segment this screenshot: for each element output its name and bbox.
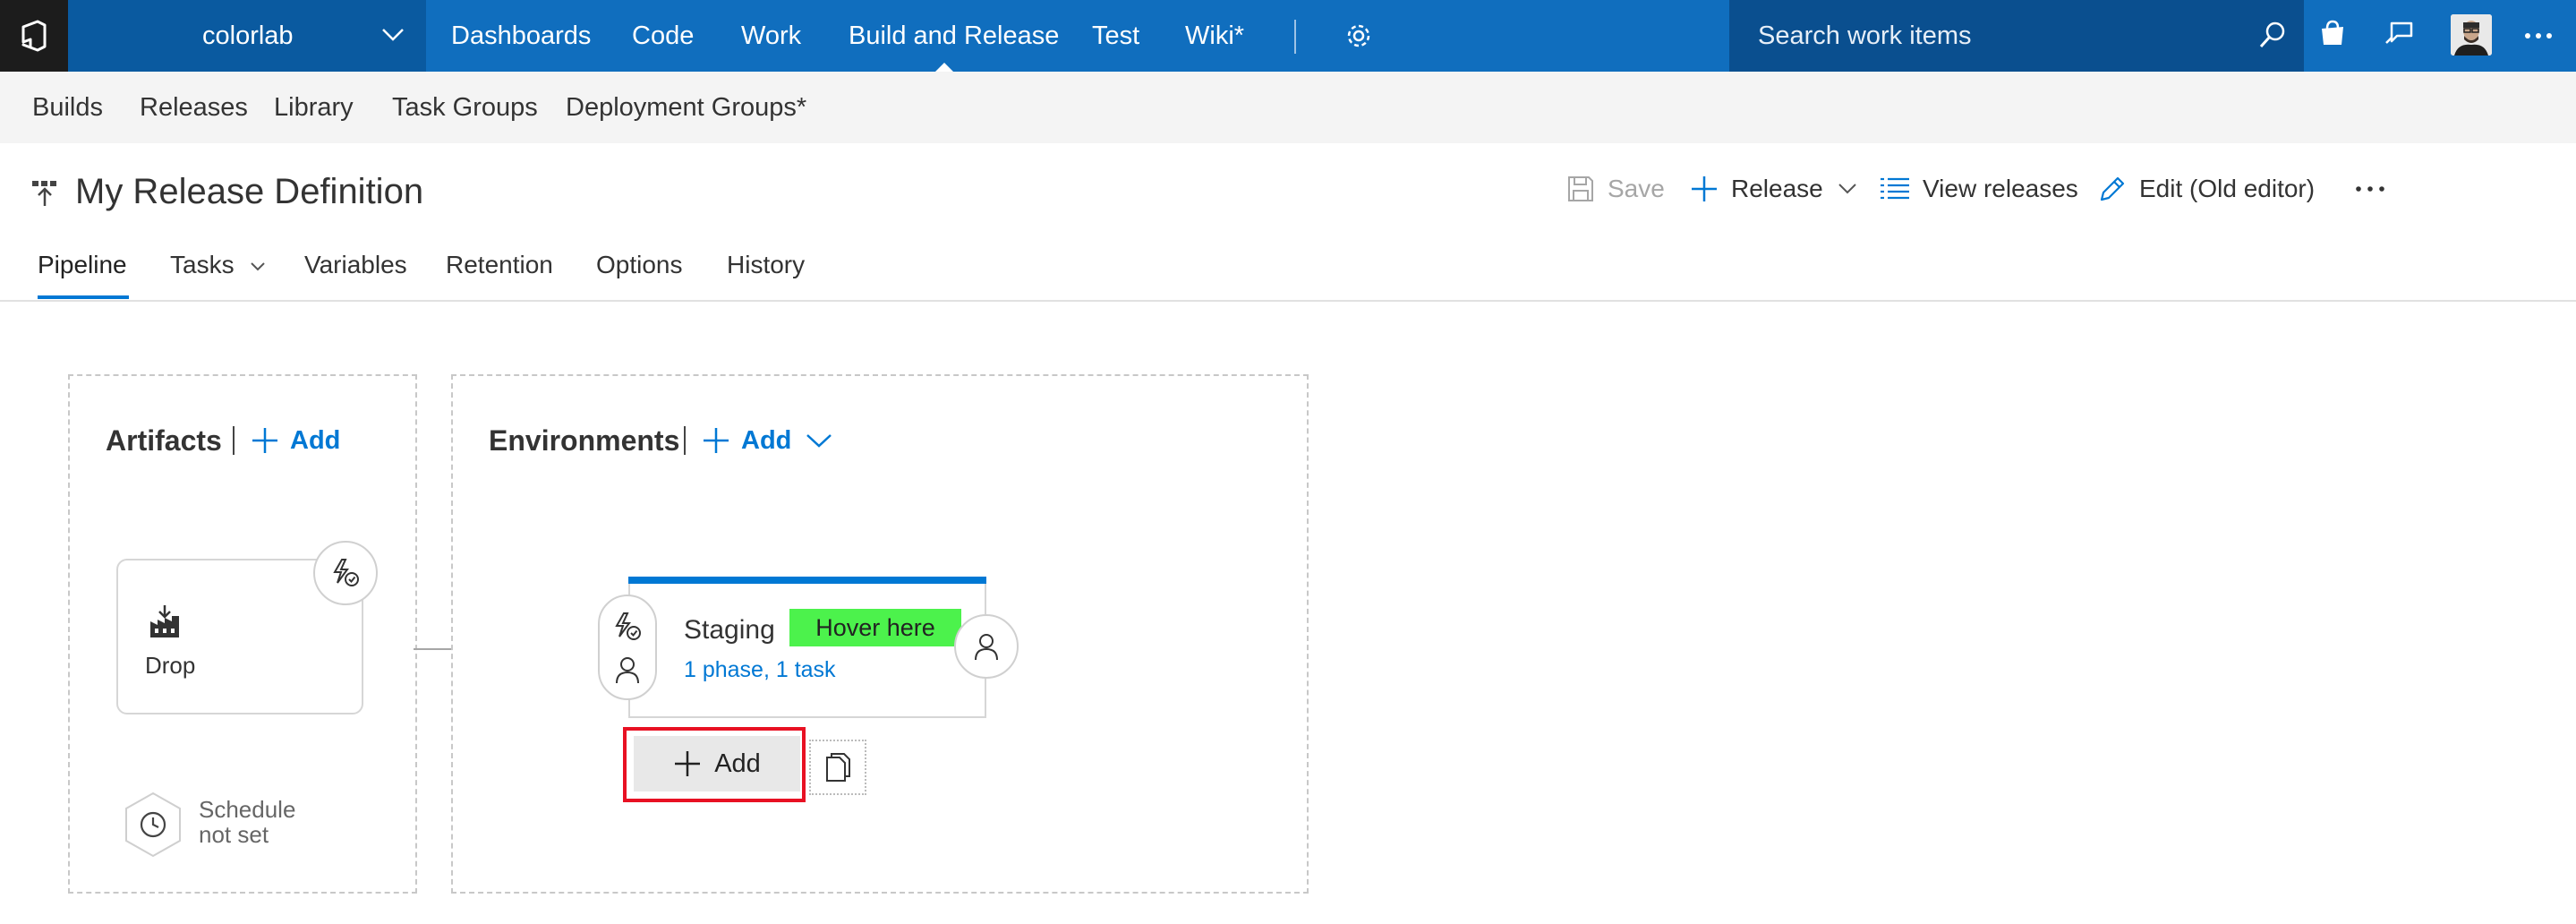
- copy-icon: [826, 753, 850, 782]
- active-tab-indicator: [38, 295, 129, 299]
- gear-icon[interactable]: [1343, 20, 1375, 52]
- shopping-bag-icon[interactable]: [2316, 18, 2349, 50]
- hover-here-label: Hover here: [789, 609, 961, 646]
- add-artifact-label: Add: [290, 426, 341, 455]
- subnav-library[interactable]: Library: [274, 72, 354, 143]
- continuous-deployment-trigger-button[interactable]: [313, 541, 378, 605]
- post-deployment-conditions-button[interactable]: [954, 614, 1019, 679]
- hub-nav: Builds Releases Library Task Groups Depl…: [0, 72, 2576, 143]
- environment-name[interactable]: Staging: [684, 612, 775, 648]
- tab-options[interactable]: Options: [596, 247, 683, 283]
- lightning-trigger-icon: [333, 559, 359, 586]
- view-releases-label: View releases: [1923, 175, 2078, 202]
- search-icon[interactable]: [2257, 20, 2288, 50]
- top-bar: colorlab Dashboards Code Work Build and …: [0, 0, 2576, 73]
- add-artifact-button[interactable]: Add: [251, 423, 340, 458]
- nav-dashboards[interactable]: Dashboards: [451, 0, 591, 72]
- edit-old-editor-button[interactable]: Edit (Old editor): [2098, 168, 2315, 210]
- clock-icon: [125, 791, 181, 858]
- vsts-logo-icon[interactable]: [0, 0, 68, 72]
- tab-variables[interactable]: Variables: [304, 247, 407, 283]
- build-artifact-icon: [147, 603, 183, 639]
- release-definition-icon: [30, 179, 59, 208]
- plus-icon: [252, 428, 277, 453]
- artifact-name: Drop: [145, 652, 196, 679]
- nav-build-and-release[interactable]: Build and Release: [849, 0, 1059, 72]
- save-icon: [1568, 176, 1593, 201]
- more-icon[interactable]: [2522, 20, 2555, 52]
- release-label: Release: [1731, 175, 1823, 202]
- schedule-line-2: not set: [199, 821, 269, 848]
- tab-retention[interactable]: Retention: [446, 247, 553, 283]
- nav-test[interactable]: Test: [1092, 0, 1139, 72]
- add-environment-inline-button[interactable]: Add: [634, 736, 800, 791]
- more-actions-icon[interactable]: [2354, 184, 2386, 193]
- tab-tasks[interactable]: Tasks: [170, 247, 266, 283]
- feedback-icon[interactable]: [2383, 18, 2415, 50]
- pencil-icon: [2100, 176, 2125, 201]
- nav-work[interactable]: Work: [741, 0, 801, 72]
- subnav-builds[interactable]: Builds: [32, 72, 103, 143]
- environment-card[interactable]: [628, 577, 986, 718]
- save-button[interactable]: Save: [1566, 168, 1665, 210]
- list-icon: [1881, 177, 1909, 200]
- save-label: Save: [1608, 175, 1665, 202]
- environments-title: Environments: [489, 424, 680, 457]
- plus-icon: [1692, 176, 1717, 201]
- view-releases-button[interactable]: View releases: [1880, 168, 2078, 210]
- environment-summary-link[interactable]: 1 phase, 1 task: [684, 655, 836, 684]
- schedule-status: Schedule not set: [199, 797, 295, 847]
- search-input[interactable]: [1758, 0, 2241, 72]
- plus-icon: [704, 428, 729, 453]
- artifacts-title: Artifacts: [106, 424, 222, 457]
- avatar[interactable]: [2451, 14, 2492, 56]
- plus-icon: [675, 751, 701, 776]
- schedule-line-1: Schedule: [199, 796, 296, 823]
- add-environment-button[interactable]: Add: [702, 423, 832, 458]
- chevron-down-icon: [251, 261, 266, 271]
- pre-deployment-conditions-button[interactable]: [598, 595, 657, 700]
- search-box[interactable]: [1729, 0, 2304, 72]
- add-environment-label: Add: [741, 426, 792, 455]
- nav-code[interactable]: Code: [632, 0, 694, 72]
- header-divider: [0, 300, 2576, 302]
- subnav-task-groups[interactable]: Task Groups: [392, 72, 538, 143]
- project-name: colorlab: [202, 21, 294, 50]
- add-environment-inline-label: Add: [714, 749, 761, 778]
- project-selector[interactable]: colorlab: [68, 0, 426, 72]
- subnav-deployment-groups[interactable]: Deployment Groups*: [566, 72, 806, 143]
- tab-tasks-label: Tasks: [170, 251, 235, 278]
- tab-history[interactable]: History: [727, 247, 805, 283]
- lightning-trigger-icon: [611, 611, 644, 643]
- artifacts-title-divider: [233, 426, 235, 455]
- schedule-button[interactable]: [124, 791, 183, 858]
- subnav-releases[interactable]: Releases: [140, 72, 248, 143]
- nav-wiki[interactable]: Wiki*: [1185, 0, 1244, 72]
- chevron-down-icon: [381, 27, 405, 43]
- nav-divider: [1294, 20, 1296, 54]
- person-icon: [613, 655, 642, 684]
- chevron-down-icon[interactable]: [1838, 182, 1857, 196]
- edit-old-editor-label: Edit (Old editor): [2139, 175, 2316, 202]
- environment-card-accent: [628, 577, 986, 584]
- release-button[interactable]: Release: [1690, 168, 1857, 210]
- page-title: My Release Definition: [75, 172, 424, 211]
- person-icon: [975, 634, 998, 661]
- chevron-down-icon[interactable]: [806, 432, 832, 449]
- clone-environment-button[interactable]: [809, 740, 866, 795]
- environments-title-divider: [684, 426, 686, 455]
- tab-pipeline[interactable]: Pipeline: [38, 247, 127, 283]
